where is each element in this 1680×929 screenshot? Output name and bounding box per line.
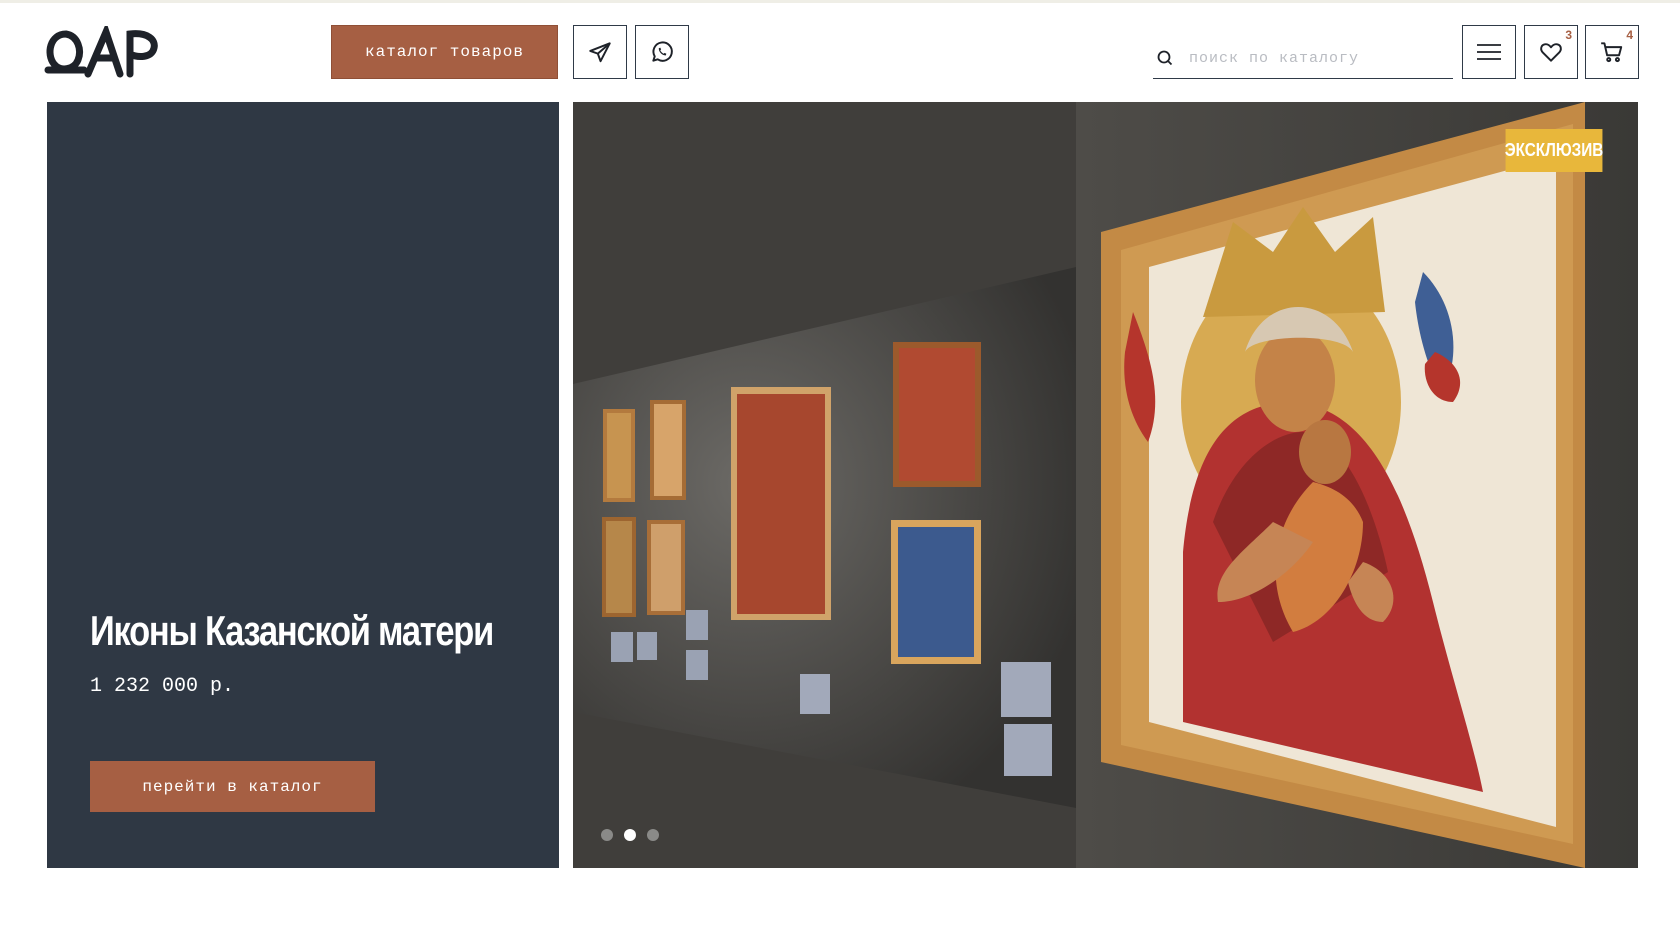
search-box[interactable] [1153,38,1453,79]
cart-button[interactable]: 4 [1585,25,1639,79]
telegram-icon [589,42,611,63]
slider-dot-2[interactable] [624,829,636,841]
promo-title: Иконы Казанской матери [90,607,494,654]
promo-panel: Иконы Казанской матери 1 232 000 р. пере… [47,102,559,868]
search-icon [1157,50,1173,66]
slider-dots [601,829,659,841]
catalog-button[interactable]: каталог товаров [331,25,558,79]
telegram-button[interactable] [573,25,627,79]
whatsapp-button[interactable] [635,25,689,79]
top-border [0,0,1680,3]
slider-dot-1[interactable] [601,829,613,841]
whatsapp-icon [652,41,673,62]
gallery-image [573,102,1638,868]
search-input[interactable] [1189,49,1439,67]
cart-icon [1601,42,1623,63]
go-to-catalog-button[interactable]: перейти в каталог [90,761,375,812]
logo[interactable] [44,26,160,78]
exclusive-badge: ЭКСКЛЮЗИВ [1505,129,1603,172]
hamburger-icon [1477,44,1501,60]
cart-count: 4 [1626,28,1633,42]
hero-slider[interactable]: ЭКСКЛЮЗИВ [573,102,1638,868]
promo-price: 1 232 000 р. [90,675,235,698]
heart-icon [1540,43,1562,62]
slider-dot-3[interactable] [647,829,659,841]
menu-button[interactable] [1462,25,1516,79]
favorites-button[interactable]: 3 [1524,25,1578,79]
favorites-count: 3 [1565,28,1572,42]
